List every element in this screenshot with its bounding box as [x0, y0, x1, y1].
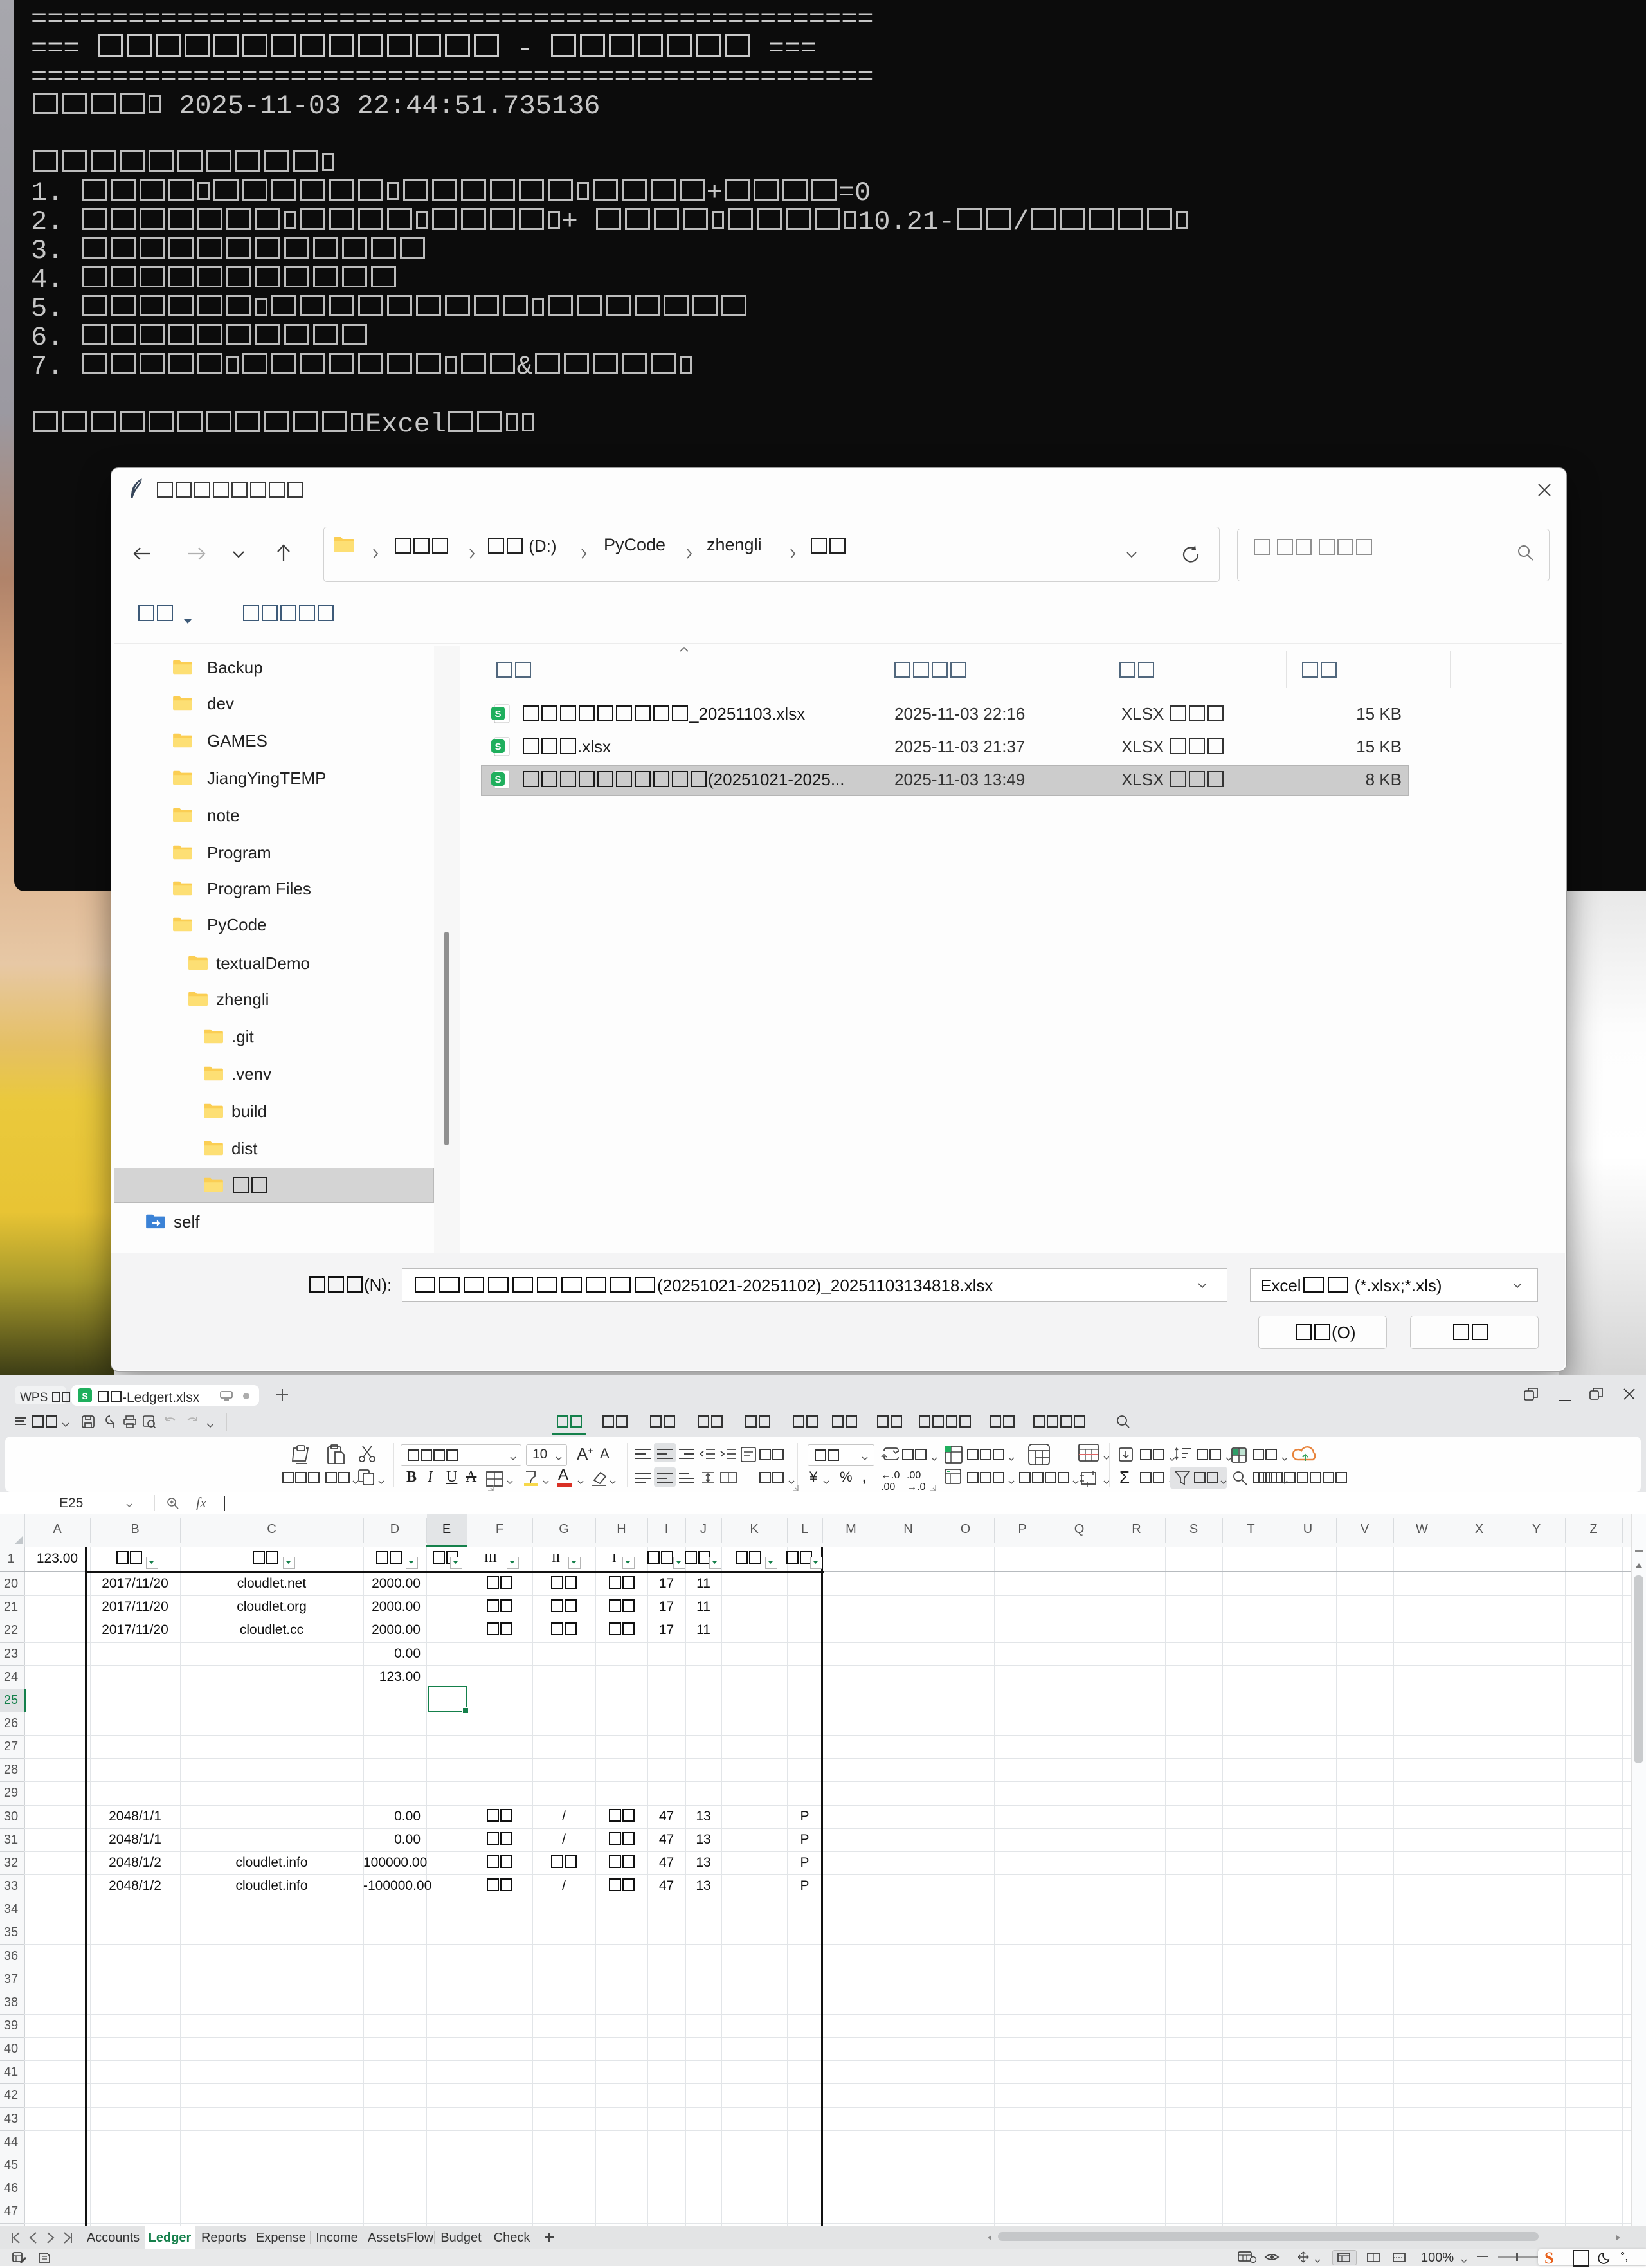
svg-text:S: S — [494, 741, 501, 752]
svg-text:S: S — [82, 1391, 87, 1401]
svg-text:S: S — [494, 709, 501, 720]
svg-text:S: S — [494, 774, 501, 785]
